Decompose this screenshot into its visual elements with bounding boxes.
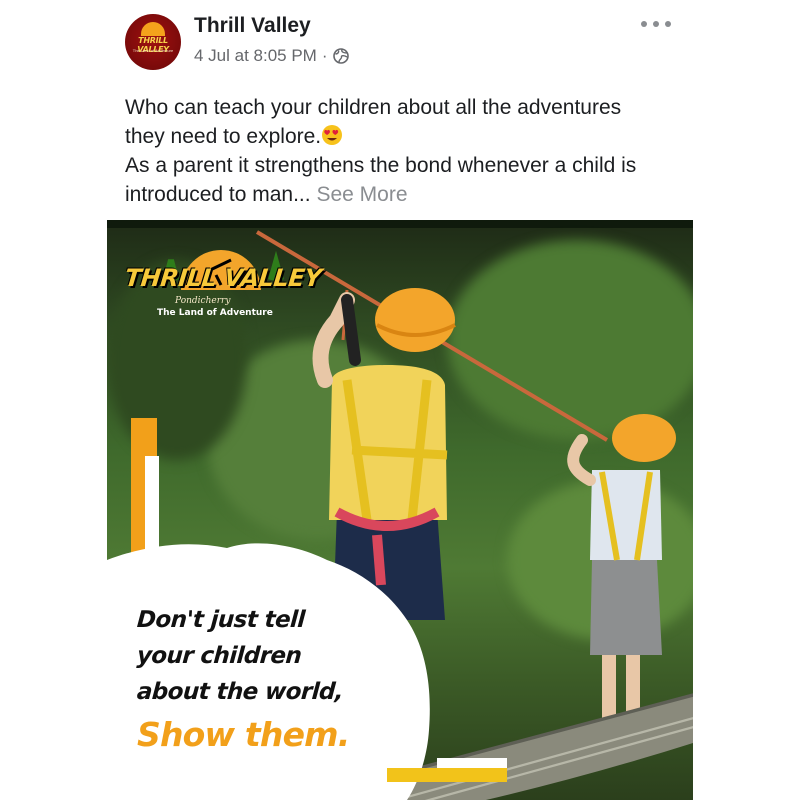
- post-text-line: they need to explore.: [125, 125, 322, 148]
- avatar-subtitle: The Land of Adventure: [132, 48, 174, 53]
- more-dot: [665, 21, 671, 27]
- accent-stripe-yellow: [387, 768, 507, 782]
- globe-icon[interactable]: [332, 48, 349, 64]
- logo-title: THRILL VALLEY: [123, 264, 323, 292]
- logo-place: Pondicherry: [175, 296, 231, 306]
- page-avatar[interactable]: THRILL VALLEY The Land of Adventure: [125, 14, 181, 70]
- logo-tagline: The Land of Adventure: [157, 308, 273, 318]
- post-text: Who can teach your children about all th…: [125, 93, 715, 209]
- page-name-link[interactable]: Thrill Valley: [194, 14, 311, 38]
- quote-line: Don't just tell: [136, 607, 306, 633]
- quote-line: your children: [136, 643, 303, 669]
- quote-line: about the world,: [136, 679, 344, 705]
- post-meta: 4 Jul at 8:05 PM ·: [194, 46, 349, 66]
- quote-cta: Show them.: [137, 715, 350, 754]
- accent-stripe-white: [437, 758, 507, 768]
- avatar-sun-graphic: [141, 22, 165, 36]
- quote-text: Don't just tell your children about the …: [136, 602, 344, 710]
- post-text-line: As a parent it strengthens the bond when…: [125, 154, 637, 177]
- meta-separator: ·: [321, 46, 328, 65]
- post-timestamp[interactable]: 4 Jul at 8:05 PM: [194, 46, 317, 66]
- heart-eyes-emoji-icon: [322, 125, 343, 145]
- more-dot: [641, 21, 647, 27]
- post-image[interactable]: THRILL VALLEY Pondicherry The Land of Ad…: [107, 220, 693, 800]
- more-dot: [653, 21, 659, 27]
- post-text-line: Who can teach your children about all th…: [125, 96, 622, 119]
- post-text-line: introduced to man...: [125, 183, 311, 206]
- see-more-link[interactable]: See More: [316, 183, 407, 206]
- more-options-icon[interactable]: [641, 16, 671, 32]
